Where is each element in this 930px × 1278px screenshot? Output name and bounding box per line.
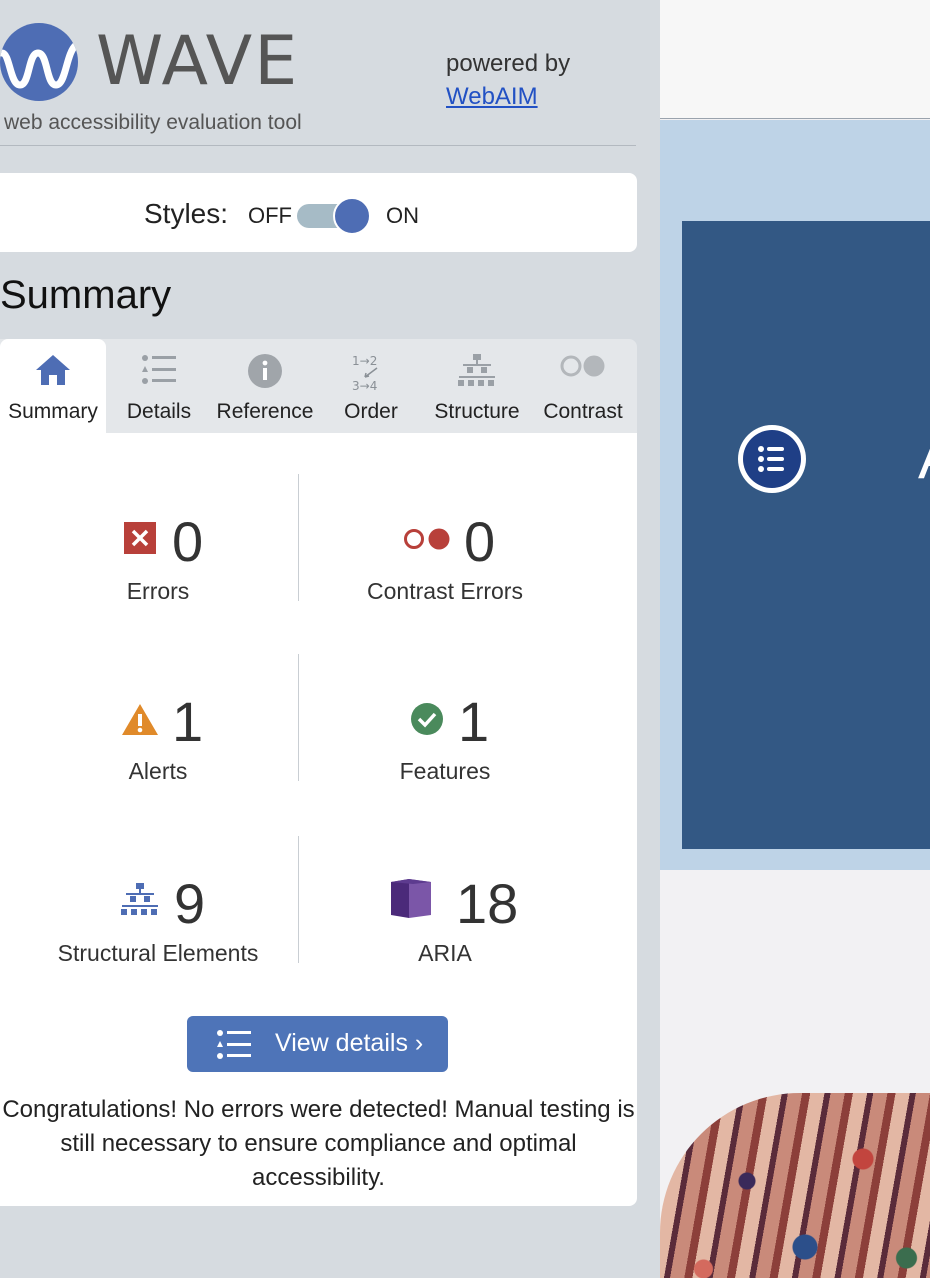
list-circle-icon[interactable] <box>738 425 806 493</box>
svg-text:1→2: 1→2 <box>352 354 377 368</box>
view-details-button[interactable]: View details › <box>187 1016 448 1072</box>
summary-panel <box>0 433 637 1206</box>
congrats-message: Congratulations! No errors were detected… <box>2 1096 635 1191</box>
wave-logo-icon <box>0 23 78 101</box>
tab-label: Order <box>344 400 398 423</box>
contrast-errors-label: Contrast Errors <box>367 578 523 604</box>
tab-structure[interactable]: Structure <box>424 339 530 433</box>
page-preview: A <box>660 0 930 1278</box>
errors-label: Errors <box>126 578 190 604</box>
tab-order[interactable]: 1→2 3→4 Order <box>318 339 424 433</box>
contrast-icon <box>559 353 607 385</box>
tab-label: Reference <box>216 400 314 423</box>
tab-label: Contrast <box>543 400 623 423</box>
tab-reference[interactable]: Reference <box>212 339 318 433</box>
tab-label: Details <box>126 400 192 423</box>
aria-label: ARIA <box>418 940 472 966</box>
svg-text:3→4: 3→4 <box>352 379 377 391</box>
wave-logo-subtitle: web accessibility evaluation tool <box>4 111 302 134</box>
features-count: 1 <box>458 690 490 753</box>
styles-on-label: ON <box>386 203 419 228</box>
styles-toggle-knob[interactable] <box>333 197 371 235</box>
page-hero <box>682 221 930 849</box>
stats-divider <box>298 654 299 781</box>
structure-tree-icon <box>120 882 160 923</box>
contrast-error-icon <box>403 528 451 555</box>
styles-label: Styles: <box>144 198 229 229</box>
list-icon <box>141 353 177 391</box>
order-icon: 1→2 3→4 <box>351 353 391 397</box>
styles-off-label: OFF <box>248 203 292 228</box>
tab-details[interactable]: Details <box>106 339 212 433</box>
wave-logo-word: WAVE <box>96 22 300 101</box>
aria-cube-icon <box>389 878 433 925</box>
alerts-count: 1 <box>172 690 204 753</box>
feature-check-icon <box>410 702 444 741</box>
alert-triangle-icon <box>121 702 159 741</box>
fabric-photo <box>660 1093 930 1278</box>
tab-contrast[interactable]: Contrast <box>530 339 636 433</box>
header-divider <box>0 145 636 146</box>
wave-sidebar: WAVE web accessibility evaluation tool p… <box>0 0 660 1278</box>
error-x-icon <box>124 522 156 559</box>
structural-count: 9 <box>174 872 206 935</box>
tab-summary[interactable]: Summary <box>0 339 106 433</box>
contrast-errors-count: 0 <box>464 510 496 573</box>
stats-divider <box>298 474 299 601</box>
summary-heading: Summary <box>0 273 172 317</box>
features-label: Features <box>399 758 491 784</box>
tab-label: Summary <box>8 400 98 423</box>
structure-icon <box>457 353 497 395</box>
errors-count: 0 <box>172 510 204 573</box>
structural-label: Structural Elements <box>57 940 259 966</box>
page-header-area <box>660 0 930 119</box>
info-icon <box>247 353 283 395</box>
stats-divider <box>298 836 299 963</box>
tab-label: Structure <box>434 400 520 423</box>
view-details-label: View details › <box>275 1029 424 1057</box>
home-icon <box>34 353 72 393</box>
powered-by-text: powered by <box>446 50 571 77</box>
aria-count: 18 <box>456 872 519 935</box>
list-icon <box>216 1028 252 1065</box>
hero-edge-text: A <box>918 428 930 488</box>
alerts-label: Alerts <box>128 758 188 784</box>
webaim-link[interactable]: WebAIM <box>446 83 538 111</box>
